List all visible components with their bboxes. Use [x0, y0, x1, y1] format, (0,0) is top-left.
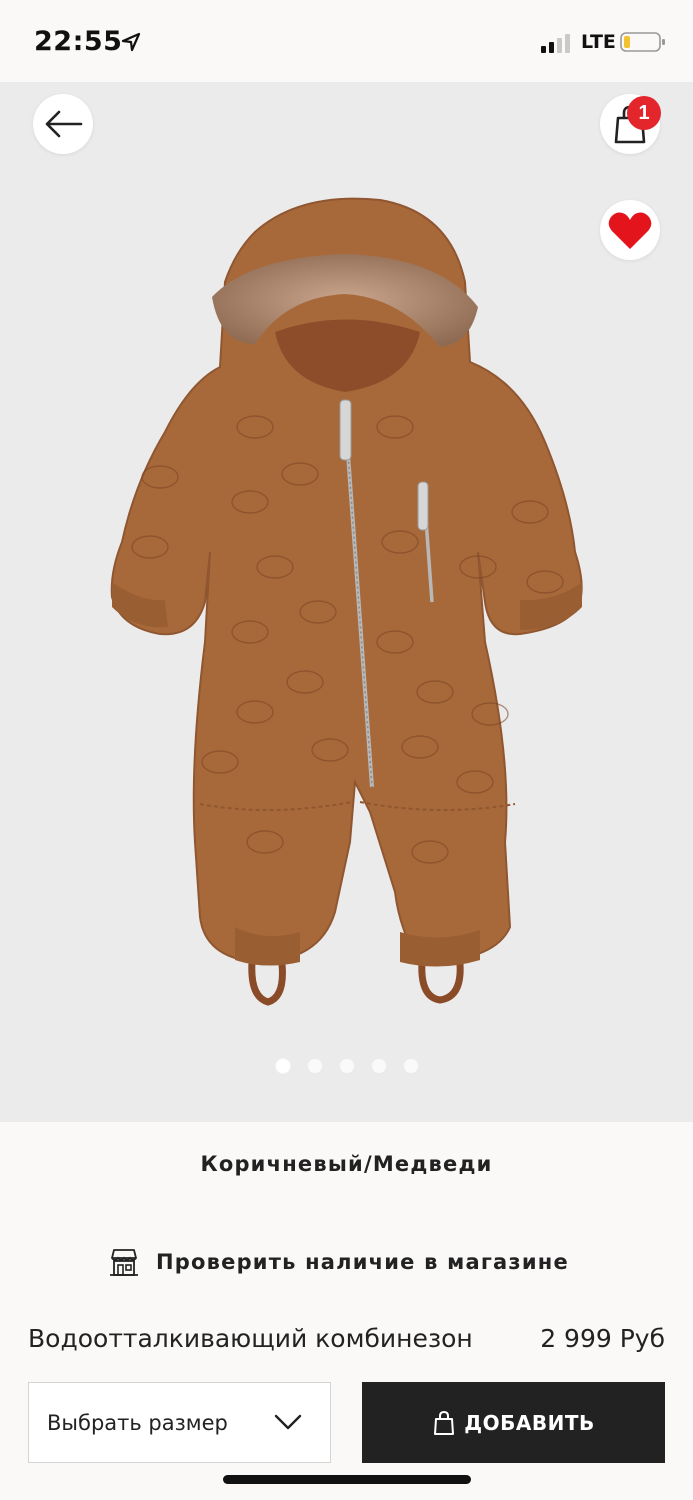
product-gallery[interactable]: 1 — [0, 82, 693, 1122]
product-price: 2 999 Руб — [540, 1324, 665, 1353]
size-select-label: Выбрать размер — [47, 1410, 228, 1435]
status-time: 22:55 — [34, 26, 123, 57]
store-icon — [110, 1249, 138, 1276]
shopping-bag-icon — [434, 1410, 455, 1435]
cart-count-badge: 1 — [627, 96, 661, 130]
size-select[interactable]: Выбрать размер — [28, 1382, 331, 1463]
back-button[interactable] — [33, 94, 93, 154]
heart-icon — [608, 212, 652, 249]
home-indicator[interactable] — [223, 1475, 471, 1484]
product-image — [110, 197, 583, 1006]
pager-dot-1[interactable] — [275, 1059, 290, 1073]
arrow-left-icon — [45, 110, 83, 138]
network-label: LTE — [581, 31, 616, 53]
status-bar: 22:55 LTE — [0, 0, 693, 82]
store-check-label: Проверить наличие в магазине — [156, 1250, 569, 1274]
check-store-availability[interactable]: Проверить наличие в магазине — [108, 1244, 569, 1280]
add-button-label: ДОБАВИТЬ — [464, 1410, 595, 1435]
signal-icon — [541, 34, 570, 53]
color-name: Коричневый/Медведи — [200, 1152, 493, 1176]
add-to-cart-button[interactable]: ДОБАВИТЬ — [362, 1382, 665, 1463]
chevron-down-icon — [274, 1414, 302, 1430]
pager-dot-2[interactable] — [307, 1059, 322, 1073]
pager-dot-3[interactable] — [339, 1059, 354, 1073]
pager-dot-5[interactable] — [403, 1059, 418, 1073]
location-arrow-icon — [121, 32, 141, 52]
pager-dot-4[interactable] — [371, 1059, 386, 1073]
gallery-pager — [0, 1056, 693, 1076]
favorite-button[interactable] — [600, 200, 660, 260]
product-title: Водоотталкивающий комбинезон — [28, 1324, 473, 1353]
battery-icon — [620, 32, 665, 52]
